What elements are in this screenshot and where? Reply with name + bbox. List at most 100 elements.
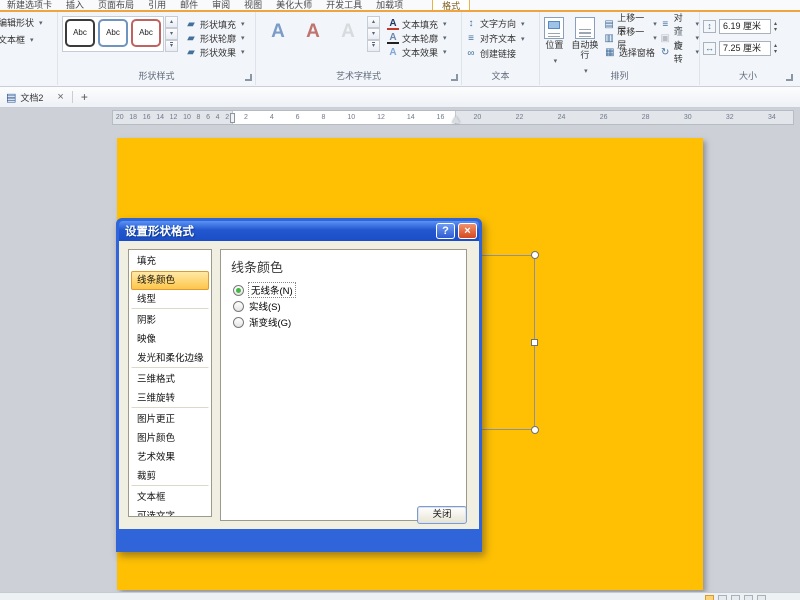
radio-button-icon[interactable]	[233, 301, 244, 312]
arrange-button-icon: ▣	[660, 33, 671, 44]
ribbon-tab[interactable]: 审阅	[205, 0, 237, 12]
dialog-category-item[interactable]: 线条颜色	[131, 271, 209, 290]
gallery-scroll-down-icon[interactable]: ▾	[165, 28, 178, 40]
dialog-launcher-icon[interactable]	[786, 74, 793, 81]
gallery-scroll-down-icon[interactable]: ▾	[367, 28, 380, 40]
tab-format-active[interactable]: 格式	[432, 0, 470, 12]
ribbon-tab[interactable]: 加载项	[369, 0, 410, 12]
dialog-category-item[interactable]: 艺术效果	[131, 448, 209, 467]
ribbon-tab[interactable]: 美化大师	[269, 0, 319, 12]
ribbon-button[interactable]: 文本框 ▾	[0, 31, 57, 48]
shape-style-thumbnail[interactable]: Abc	[131, 19, 161, 47]
chevron-down-icon: ▾	[241, 48, 245, 56]
shape-style-thumbnail[interactable]: Abc	[98, 19, 128, 47]
ribbon-button[interactable]: A 文本填充 ▾	[384, 17, 447, 31]
gallery-more-icon[interactable]: ▾	[367, 40, 380, 52]
group-size: ↕ 6.19 厘米 ▴ ▾ ↔ 7.25 厘米 ▴ ▾ 大小	[700, 12, 796, 85]
radio-button-icon[interactable]	[233, 317, 244, 328]
ribbon-tab[interactable]: 新建选项卡	[0, 0, 59, 12]
ribbon-button[interactable]: 编辑形状 ▾	[0, 14, 57, 31]
width-stepper[interactable]: ▴ ▾	[774, 43, 777, 55]
shape-width-input[interactable]: 7.25 厘米	[719, 41, 771, 56]
format-shape-dialog: 设置形状格式 ? × 填充线条颜色线型阴影映像发光和柔化边缘三维格式三维旋转图片…	[116, 218, 482, 552]
gallery-more-icon[interactable]: ▾	[165, 40, 178, 52]
ribbon-button[interactable]: A 文本效果 ▾	[384, 45, 447, 59]
line-color-option[interactable]: 实线(S)	[233, 298, 295, 314]
position-icon	[544, 17, 564, 39]
dialog-launcher-icon[interactable]	[451, 74, 458, 81]
chevron-down-icon: ▾	[241, 34, 245, 42]
close-icon[interactable]: ×	[458, 223, 477, 239]
dialog-category-item[interactable]: 可选文字	[131, 507, 209, 517]
text-button-icon: ↕	[465, 18, 477, 29]
resize-handle-bottom-right[interactable]	[531, 426, 539, 434]
ribbon-button[interactable]: ≡ 对齐文本 ▾	[462, 31, 539, 46]
dialog-category-item[interactable]: 线型	[131, 290, 209, 309]
ribbon-body: 编辑形状 ▾ 文本框 ▾ AbcAbcAbc ▴ ▾	[0, 12, 800, 85]
shape-height-input[interactable]: 6.19 厘米	[719, 19, 771, 34]
ribbon-tab[interactable]: 开发工具	[319, 0, 369, 12]
help-button[interactable]: ?	[436, 223, 455, 239]
ribbon-button[interactable]: ∞ 创建链接 ▾	[462, 46, 539, 61]
dialog-category-item[interactable]: 三维格式	[131, 370, 209, 389]
ribbon-button[interactable]: ▥ 下移一层 ▾	[601, 31, 657, 45]
dialog-category-item[interactable]: 三维旋转	[131, 389, 209, 408]
ribbon-tab[interactable]: 插入	[59, 0, 91, 12]
ruler-number: 14	[407, 114, 415, 121]
dialog-title-bar[interactable]: 设置形状格式 ? ×	[119, 221, 479, 241]
panel-header: 线条颜色	[231, 257, 283, 276]
view-mode-icon[interactable]	[757, 595, 766, 600]
chevron-down-icon: ▾	[521, 35, 525, 43]
height-stepper[interactable]: ▴ ▾	[774, 21, 777, 33]
ribbon-tab[interactable]: 邮件	[173, 0, 205, 12]
dialog-category-item[interactable]: 图片更正	[131, 410, 209, 429]
new-document-tab-button[interactable]: +	[81, 90, 88, 104]
ribbon-button[interactable]: ▰ 形状填充 ▾	[182, 17, 245, 31]
group-shape-styles: AbcAbcAbc ▴ ▾ ▾ ▰ 形状填充 ▾ ▰	[58, 12, 256, 85]
gallery-scroll-up-icon[interactable]: ▴	[367, 16, 380, 28]
dialog-category-item[interactable]: 阴影	[131, 311, 209, 330]
wordart-thumbnail[interactable]: A	[297, 18, 329, 46]
dialog-category-item[interactable]: 映像	[131, 330, 209, 349]
view-mode-icon[interactable]	[705, 595, 714, 600]
view-mode-icon[interactable]	[718, 595, 727, 600]
ribbon-tab[interactable]: 引用	[141, 0, 173, 12]
shape-style-thumbnail[interactable]: Abc	[65, 19, 95, 47]
ribbon-tab[interactable]: 视图	[237, 0, 269, 12]
resize-handle-top-right[interactable]	[531, 251, 539, 259]
ribbon-button[interactable]: A 文本轮廓 ▾	[384, 31, 447, 45]
ribbon-button[interactable]: ▦ 选择窗格 ▾	[601, 45, 657, 59]
stepper-down-icon[interactable]: ▾	[774, 27, 777, 33]
indent-marker[interactable]	[230, 113, 235, 123]
line-color-option[interactable]: 无线条(N)	[233, 282, 295, 298]
dialog-category-item[interactable]: 文本框	[131, 488, 209, 507]
ribbon-button[interactable]: ↕ 文字方向 ▾	[462, 16, 539, 31]
wordart-thumbnail[interactable]: A	[262, 18, 294, 46]
dialog-category-item[interactable]: 填充	[131, 252, 209, 271]
dialog-category-item[interactable]: 裁剪	[131, 467, 209, 486]
stepper-down-icon[interactable]: ▾	[774, 49, 777, 55]
line-color-panel: 线条颜色 无线条(N) 实线(S) 渐变线(G)	[220, 249, 467, 521]
resize-handle-middle-right[interactable]	[531, 339, 538, 346]
wordart-thumbnail[interactable]: A	[332, 18, 364, 46]
view-mode-icon[interactable]	[744, 595, 753, 600]
dialog-launcher-icon[interactable]	[245, 74, 252, 81]
document-tab-title[interactable]: 文档2	[20, 91, 43, 104]
ribbon-button[interactable]: ↻ 旋转 ▾	[657, 45, 699, 59]
ribbon-tab[interactable]: 页面布局	[91, 0, 141, 12]
group-insert-shapes: 编辑形状 ▾ 文本框 ▾	[0, 12, 58, 85]
line-color-option[interactable]: 渐变线(G)	[233, 314, 295, 330]
close-button[interactable]: 关闭	[417, 506, 467, 524]
dialog-category-item[interactable]: 发光和柔化边缘	[131, 349, 209, 368]
view-mode-icon[interactable]	[731, 595, 740, 600]
ruler-number: 18	[129, 114, 137, 121]
ribbon-button[interactable]: ▰ 形状效果 ▾	[182, 45, 245, 59]
radio-button-icon[interactable]	[233, 285, 244, 296]
group-label: 大小	[700, 69, 796, 82]
right-indent-marker[interactable]	[452, 116, 460, 123]
dialog-category-item[interactable]: 图片颜色	[131, 429, 209, 448]
close-document-tab-icon[interactable]: ×	[57, 91, 63, 103]
ribbon-button[interactable]: ▰ 形状轮廓 ▾	[182, 31, 245, 45]
ruler-number: 10	[347, 114, 355, 121]
gallery-scroll-up-icon[interactable]: ▴	[165, 16, 178, 28]
